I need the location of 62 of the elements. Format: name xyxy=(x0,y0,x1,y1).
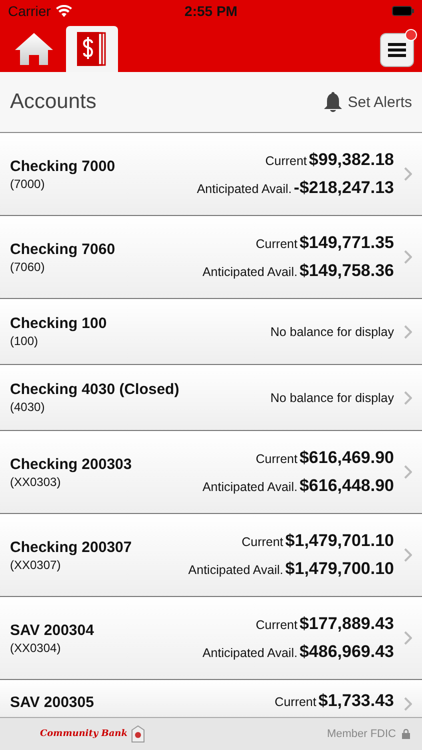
balance-label: Current xyxy=(256,452,298,466)
balance-amount: $1,733.43 xyxy=(318,691,394,711)
balance-label: Anticipated Avail. xyxy=(202,480,298,494)
account-number: (XX0307) xyxy=(10,558,62,572)
balance-amount: $1,479,701.10 xyxy=(285,531,394,551)
account-name: Checking 7000 xyxy=(10,158,116,174)
dollar-card-icon xyxy=(77,32,107,66)
balance-amount: $177,889.43 xyxy=(299,614,394,634)
building-icon xyxy=(131,725,146,743)
lock-icon xyxy=(402,729,410,739)
balance-amount: $616,448.90 xyxy=(299,476,394,496)
account-name: Checking 200307 xyxy=(10,538,132,556)
balance-amount: $486,969.43 xyxy=(299,642,394,662)
account-name: Checking 100 xyxy=(10,315,107,332)
account-number: (4030) xyxy=(10,400,46,414)
chevron-icon xyxy=(404,548,412,562)
balance-note: No balance for display xyxy=(270,324,394,338)
account-name: SAV 200305 xyxy=(10,694,94,711)
balance-label: Anticipated Avail. xyxy=(202,646,298,660)
chevron-icon xyxy=(404,697,412,711)
balance-label: Current xyxy=(274,695,316,709)
menu-icon xyxy=(388,43,406,57)
balance-label: Anticipated Avail. xyxy=(202,265,298,279)
balance-label: Current xyxy=(242,535,284,549)
chevron-icon xyxy=(404,390,412,404)
account-name: Checking 7060 xyxy=(10,240,116,258)
clock-time: 2:55 PM xyxy=(184,3,238,19)
balance-amount: -$218,247.13 xyxy=(294,178,394,198)
balance-amount: $149,758.36 xyxy=(299,261,394,281)
chevron-icon xyxy=(404,250,412,264)
set-alerts-button[interactable]: Set Alerts xyxy=(324,92,412,112)
balance-amount: $616,469.90 xyxy=(299,448,394,468)
account-number: (7060) xyxy=(10,260,46,274)
account-name: Checking 200303 xyxy=(10,456,132,472)
bank-logo: Community Bank xyxy=(40,729,128,739)
balance-note: No balance for display xyxy=(270,390,394,404)
chevron-icon xyxy=(404,631,412,645)
house-icon xyxy=(14,32,54,66)
balance-amount: $149,771.35 xyxy=(299,233,394,253)
page-title: Accounts xyxy=(10,90,96,114)
account-number: (XX0304) xyxy=(10,640,62,654)
battery-icon xyxy=(392,6,414,16)
bell-icon xyxy=(324,92,342,112)
chevron-icon xyxy=(404,324,412,338)
balance-label: Current xyxy=(256,618,298,632)
account-number: (100) xyxy=(10,334,40,348)
wifi-icon xyxy=(56,5,72,17)
account-name: SAV 200304 xyxy=(10,622,94,638)
account-name: Checking 4030 (Closed) xyxy=(10,381,180,398)
balance-label: Current xyxy=(256,237,298,251)
carrier-name: Carrier xyxy=(8,3,51,19)
chevron-icon xyxy=(404,465,412,479)
balance-label: Anticipated Avail. xyxy=(188,563,284,577)
balance-label: Anticipated Avail. xyxy=(196,182,292,196)
accounts-tab[interactable] xyxy=(66,26,118,72)
balance-amount: $1,479,700.10 xyxy=(285,559,394,579)
chevron-icon xyxy=(404,167,412,181)
balance-amount: $99,382.18 xyxy=(308,150,394,170)
account-number: (7000) xyxy=(10,176,46,190)
balance-label: Current xyxy=(265,154,307,168)
member-fdic-label: Member FDIC xyxy=(326,728,396,740)
account-number: (XX0303) xyxy=(10,474,62,488)
